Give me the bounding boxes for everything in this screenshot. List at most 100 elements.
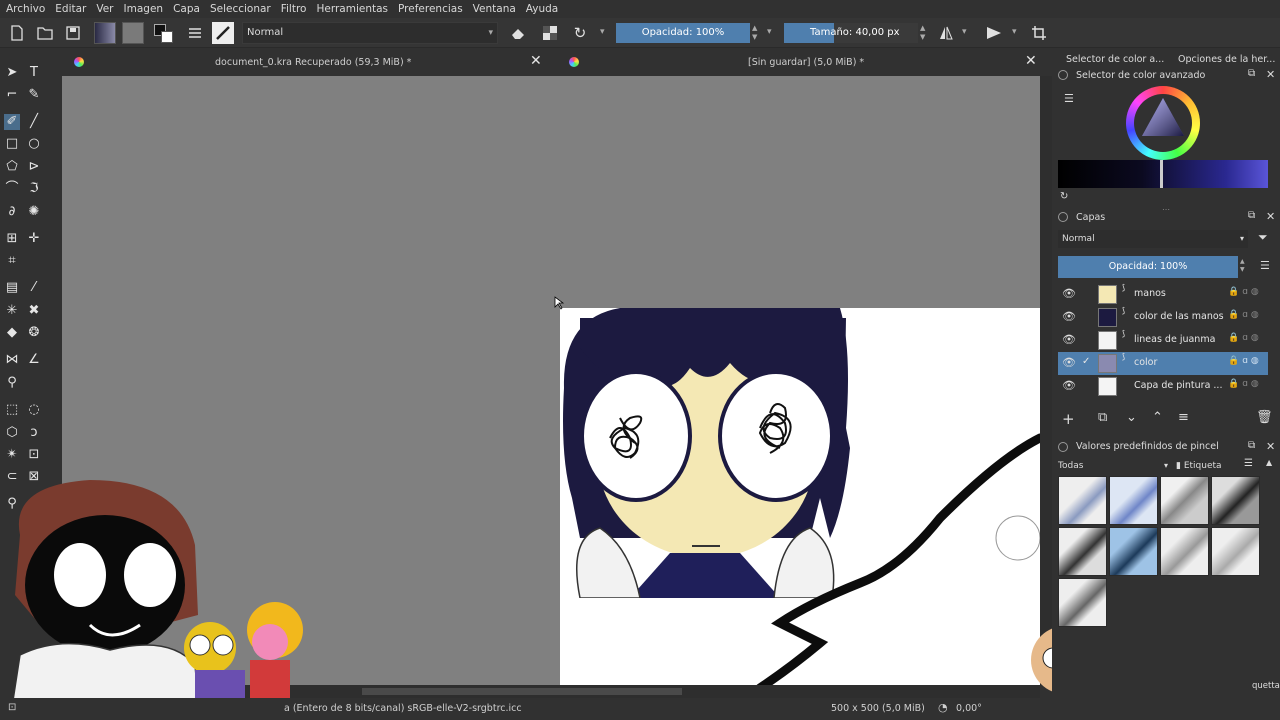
color-settings-icon[interactable]: ☰ — [1064, 92, 1074, 105]
menu-archivo[interactable]: Archivo — [6, 3, 45, 15]
mirror-vertical-icon[interactable] — [983, 22, 1005, 44]
freehand-path-icon[interactable]: ℑ — [26, 181, 42, 197]
brush-tag-button[interactable]: ▮ Etiqueta — [1176, 458, 1222, 474]
eye-icon[interactable]: 👁 — [1062, 287, 1076, 300]
reference-tool-icon[interactable]: ⚲ — [4, 375, 20, 391]
fill-tool-icon[interactable]: ◆ — [4, 325, 20, 341]
open-icon[interactable] — [34, 22, 56, 44]
tab-color-selector[interactable]: Selector de color a... — [1066, 54, 1164, 65]
layer-opacity-slider[interactable]: Opacidad: 100% — [1058, 256, 1238, 278]
save-icon[interactable] — [62, 22, 84, 44]
eye-icon[interactable]: 👁 — [1062, 356, 1076, 369]
close-icon[interactable]: ✕ — [1025, 53, 1037, 69]
delete-layer-icon[interactable]: 🗑 — [1256, 410, 1273, 425]
lock-icon[interactable]: 🔒ɑ◍ — [1228, 333, 1262, 343]
color-profile-label[interactable]: a (Entero de 8 bits/canal) sRGB-elle-V2-… — [284, 703, 522, 714]
menu-editar[interactable]: Editar — [55, 3, 86, 15]
polyline-tool-icon[interactable]: ⊳ — [26, 159, 42, 175]
close-icon[interactable]: ✕ — [1266, 440, 1275, 453]
duplicate-layer-icon[interactable]: ⧉ — [1098, 410, 1107, 425]
crop-tool-icon[interactable]: ⌗ — [4, 253, 20, 269]
brush-preset-selected[interactable] — [1109, 527, 1158, 576]
close-icon[interactable]: ✕ — [1266, 210, 1275, 223]
eye-icon[interactable]: 👁 — [1062, 310, 1076, 323]
move-layer-up-icon[interactable]: ⌃ — [1152, 410, 1163, 425]
alpha-lock-icon[interactable] — [539, 22, 561, 44]
lock-icon[interactable]: 🔒ɑ◍ — [1228, 287, 1262, 297]
chevron-down-icon[interactable]: ▾ — [962, 27, 967, 37]
edit-shapes-icon[interactable]: ⌐ — [4, 87, 20, 103]
gradient-icon[interactable] — [94, 21, 116, 44]
reload-icon[interactable]: ↻ — [569, 22, 591, 44]
select-shapes-icon[interactable]: ➤ — [4, 65, 20, 81]
calligraphy-icon[interactable]: ✎ — [26, 87, 42, 103]
color-wheel[interactable] — [1126, 86, 1200, 160]
panel-splitter[interactable]: ⋯ — [1162, 205, 1170, 214]
brush-filter-combo[interactable]: Todas ▾ — [1058, 458, 1170, 474]
rectangle-tool-icon[interactable]: □ — [4, 136, 20, 152]
brush-preset[interactable] — [1160, 476, 1209, 525]
layer-row[interactable]: 👁 ⟆ color de las manos 🔒ɑ◍ — [1058, 306, 1268, 329]
ellipse-tool-icon[interactable]: ○ — [26, 136, 42, 152]
lock-icon[interactable]: 🔒ɑ◍ — [1228, 310, 1262, 320]
rotation-label[interactable]: 0,00° — [956, 703, 982, 714]
lock-icon[interactable]: 🔒ɑ◍ — [1228, 379, 1262, 389]
brush-preset[interactable] — [1058, 578, 1107, 627]
wrap-icon[interactable] — [1028, 22, 1050, 44]
menu-capa[interactable]: Capa — [173, 3, 200, 15]
docker-close-icon[interactable] — [1058, 442, 1068, 452]
menu-preferencias[interactable]: Preferencias — [398, 3, 463, 15]
contiguous-select-icon[interactable]: ✴ — [4, 447, 20, 463]
rect-select-icon[interactable]: ⬚ — [4, 402, 20, 418]
dynamic-brush-icon[interactable]: ∂ — [4, 204, 20, 220]
gradient-tool-icon[interactable]: ▤ — [4, 280, 20, 296]
menu-ayuda[interactable]: Ayuda — [526, 3, 558, 15]
layer-row-selected[interactable]: 👁 ✓ ⟆ color 🔒ɑ◍ — [1058, 352, 1268, 375]
float-docker-icon[interactable]: ⧉ — [1248, 68, 1255, 79]
layer-blend-combo[interactable]: Normal ▾ — [1058, 230, 1248, 248]
size-spin[interactable]: ▲ ▼ — [920, 24, 925, 42]
brush-preset-icon[interactable] — [212, 21, 234, 44]
freehand-select-icon[interactable]: ↄ — [26, 425, 42, 441]
filter-icon[interactable]: ⏷ — [1258, 230, 1268, 245]
document-tab-1[interactable]: document_0.kra Recuperado (59,3 MiB) * ✕ — [62, 48, 552, 76]
layer-row[interactable]: 👁 ⟆ manos 🔒ɑ◍ — [1058, 283, 1268, 306]
assistant-tool-icon[interactable]: ⋈ — [4, 352, 20, 368]
polygon-tool-icon[interactable]: ⬠ — [4, 159, 20, 175]
brush-preset[interactable] — [1109, 476, 1158, 525]
menu-imagen[interactable]: Imagen — [124, 3, 164, 15]
float-docker-icon[interactable]: ⧉ — [1248, 440, 1255, 451]
menu-filtro[interactable]: Filtro — [281, 3, 307, 15]
line-tool-icon[interactable]: ╱ — [26, 114, 42, 130]
mirror-horizontal-icon[interactable] — [935, 22, 957, 44]
brush-preset[interactable] — [1058, 527, 1107, 576]
lock-icon[interactable]: 🔒ɑ◍ — [1228, 356, 1262, 366]
text-tool-icon[interactable]: T — [26, 65, 42, 81]
opacity-slider[interactable]: Opacidad: 100% — [616, 23, 750, 43]
docker-close-icon[interactable] — [1058, 212, 1068, 222]
colorize-mask-icon[interactable]: ✳ — [4, 303, 20, 319]
eraser-icon[interactable] — [507, 22, 529, 44]
menu-icon[interactable]: ☰ — [1260, 259, 1270, 272]
color-history-bar[interactable] — [1058, 160, 1268, 188]
chevron-down-icon[interactable]: ▾ — [767, 27, 772, 37]
eye-icon[interactable]: 👁 — [1062, 379, 1076, 392]
layer-opacity-spin[interactable]: ▲ ▼ — [1240, 258, 1245, 274]
fg-bg-color-icon[interactable] — [152, 22, 174, 44]
scroll-up-icon[interactable]: ▲ — [1266, 458, 1272, 467]
document-tab-2[interactable]: [Sin guardar] (5,0 MiB) * ✕ — [553, 48, 1040, 76]
color-triangle[interactable] — [1126, 86, 1200, 160]
opacity-spin[interactable]: ▲ ▼ — [752, 24, 757, 42]
move-tool-icon[interactable]: ✛ — [26, 231, 42, 247]
new-document-icon[interactable] — [6, 22, 28, 44]
layer-row[interactable]: 👁 Capa de pintura ... 🔒ɑ◍ — [1058, 375, 1268, 398]
close-icon[interactable]: ✕ — [530, 53, 542, 69]
move-layer-down-icon[interactable]: ⌄ — [1126, 410, 1137, 425]
brush-preset[interactable] — [1058, 476, 1107, 525]
float-docker-icon[interactable]: ⧉ — [1248, 210, 1255, 221]
chevron-down-icon[interactable]: ▾ — [1012, 27, 1017, 37]
canvas-image[interactable] — [560, 308, 1040, 685]
polygon-select-icon[interactable]: ⬡ — [4, 425, 20, 441]
add-layer-icon[interactable]: + — [1062, 410, 1075, 428]
menu-icon[interactable]: ☰ — [1244, 458, 1253, 469]
